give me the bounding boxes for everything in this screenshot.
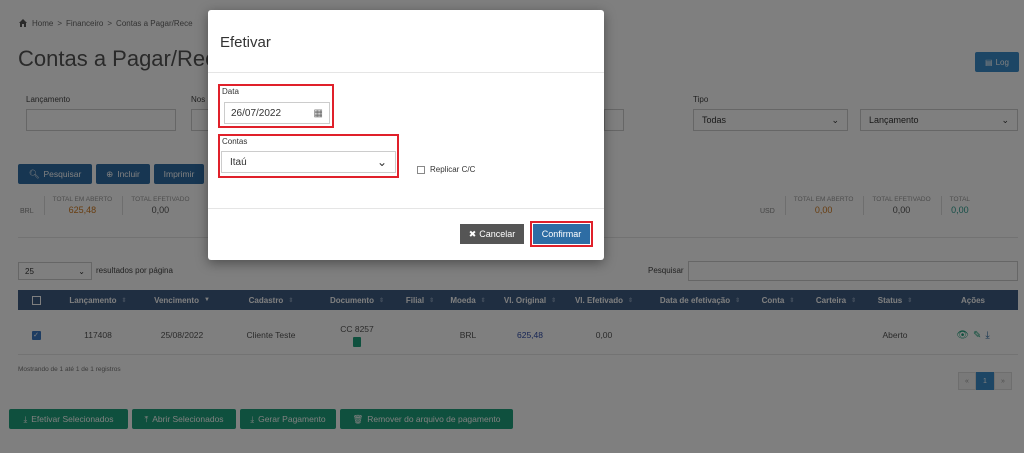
replicate-cc-checkbox[interactable]: Replicar C/C (417, 165, 475, 174)
replicate-cc-label: Replicar C/C (430, 165, 476, 174)
checkbox-icon[interactable] (417, 165, 425, 174)
confirm-button[interactable]: Confirmar (533, 224, 590, 244)
modal-title: Efetivar (220, 34, 271, 51)
calendar-icon[interactable]: ▦ (314, 108, 323, 119)
modal-header-divider (208, 72, 604, 73)
cancel-button[interactable]: ✖ Cancelar (460, 224, 524, 244)
modal-footer-divider (208, 208, 604, 209)
date-value: 26/07/2022 (231, 107, 282, 119)
efetivar-modal: Efetivar Data 26/07/2022 ▦ Contas Itaú ⌄… (208, 10, 604, 260)
cancel-button-label: Cancelar (479, 229, 516, 239)
accounts-value: Itaú (230, 156, 247, 168)
close-icon: ✖ (468, 228, 477, 239)
date-input[interactable]: 26/07/2022 ▦ (224, 102, 330, 124)
chevron-down-icon: ⌄ (376, 155, 387, 169)
accounts-select[interactable]: Itaú ⌄ (221, 151, 396, 173)
date-label: Data (222, 87, 239, 96)
accounts-label: Contas (222, 137, 248, 146)
